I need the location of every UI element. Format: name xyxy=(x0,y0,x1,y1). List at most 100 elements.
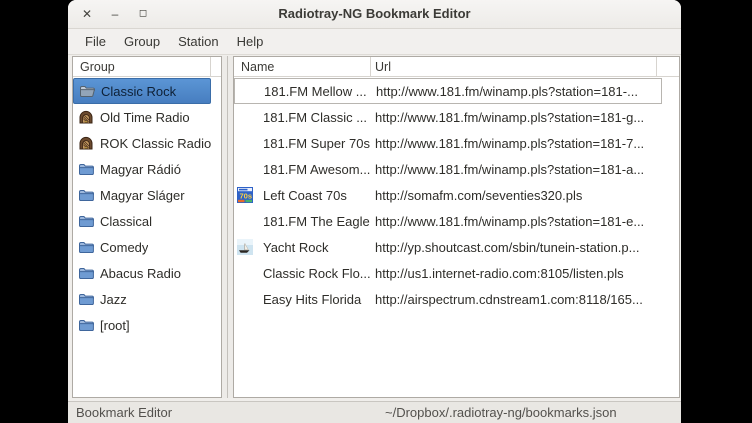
url-column-header[interactable]: Url xyxy=(371,57,657,76)
no-icon xyxy=(237,291,253,307)
radio-icon xyxy=(77,109,94,126)
group-column-header[interactable]: Group xyxy=(73,57,211,76)
panel-splitter[interactable] xyxy=(222,56,233,398)
no-icon xyxy=(237,109,253,125)
group-item-label: Jazz xyxy=(100,292,127,307)
station-row[interactable]: Easy Hits Floridahttp://airspectrum.cdns… xyxy=(234,286,662,312)
group-item[interactable]: Comedy xyxy=(73,234,211,260)
station-name-cell: 181.FM The Eagle xyxy=(234,213,371,229)
station-list: 181.FM Mellow ... http://www.181.fm/winam… xyxy=(234,78,679,397)
station-name: 181.FM Classic ... xyxy=(263,110,367,125)
station-name-cell: Yacht Rock xyxy=(234,239,371,255)
no-icon xyxy=(237,213,253,229)
window-title: Radiotray-NG Bookmark Editor xyxy=(68,6,681,21)
station-url: http://somafm.com/seventies320.pls xyxy=(371,188,662,203)
station-name-cell: 181.FM Awesom... xyxy=(234,161,371,177)
statusbar: Bookmark Editor ~/Dropbox/.radiotray-ng/… xyxy=(68,401,681,423)
status-text: Bookmark Editor xyxy=(76,405,172,420)
group-item-label: [root] xyxy=(100,318,130,333)
station-url: http://us1.internet-radio.com:8105/liste… xyxy=(371,266,662,281)
group-item[interactable]: Abacus Radio xyxy=(73,260,211,286)
folder-icon xyxy=(77,265,94,282)
station-name: Easy Hits Florida xyxy=(263,292,361,307)
menubar: File Group Station Help xyxy=(68,29,681,55)
station-name-cell: 181.FM Mellow ... xyxy=(235,83,372,99)
group-item[interactable]: Classical xyxy=(73,208,211,234)
folder-icon xyxy=(77,317,94,334)
group-item[interactable]: [root] xyxy=(73,312,211,338)
folder-icon xyxy=(77,187,94,204)
station-name: 181.FM The Eagle xyxy=(263,214,370,229)
group-item[interactable]: Old Time Radio xyxy=(73,104,211,130)
folder-icon xyxy=(77,161,94,178)
station-name: 181.FM Super 70s xyxy=(263,136,370,151)
station-name-cell: 181.FM Classic ... xyxy=(234,109,371,125)
station-url: http://www.181.fm/winamp.pls?station=181… xyxy=(372,84,661,99)
station-row[interactable]: Yacht Rock http://yp.shoutcast.com/sbin/t… xyxy=(234,234,662,260)
group-panel-header: Group xyxy=(73,57,221,77)
folder-icon xyxy=(77,239,94,256)
group-item[interactable]: Jazz xyxy=(73,286,211,312)
yacht-rock-album-icon xyxy=(237,239,253,255)
station-url: http://yp.shoutcast.com/sbin/tunein-stat… xyxy=(371,240,662,255)
station-name-cell: 181.FM Super 70s xyxy=(234,135,371,151)
group-item[interactable]: ROK Classic Radio xyxy=(73,130,211,156)
no-icon xyxy=(237,135,253,151)
station-table-header: Name Url xyxy=(234,57,679,77)
station-name: 181.FM Mellow ... xyxy=(264,84,367,99)
station-row[interactable]: 181.FM The Eaglehttp://www.181.fm/winamp… xyxy=(234,208,662,234)
svg-text:70s: 70s xyxy=(240,192,253,201)
group-item[interactable]: Classic Rock xyxy=(73,78,211,104)
app-window: ✕ – ◻ Radiotray-NG Bookmark Editor File … xyxy=(68,0,681,423)
station-row[interactable]: 70s Left Coast 70s http://somafm.com/seven… xyxy=(234,182,662,208)
group-item-label: Magyar Sláger xyxy=(100,188,185,203)
station-header-gutter xyxy=(657,57,679,76)
station-name: 181.FM Awesom... xyxy=(263,162,370,177)
station-name-cell: Classic Rock Flo... xyxy=(234,265,371,281)
station-row[interactable]: 181.FM Mellow ... http://www.181.fm/winam… xyxy=(234,78,662,104)
station-name: Left Coast 70s xyxy=(263,188,347,203)
station-row[interactable]: Classic Rock Flo...http://us1.internet-r… xyxy=(234,260,662,286)
group-item[interactable]: Magyar Rádió xyxy=(73,156,211,182)
no-icon xyxy=(237,161,253,177)
station-name: Classic Rock Flo... xyxy=(263,266,371,281)
folder-icon xyxy=(77,291,94,308)
station-name-cell: 70s Left Coast 70s xyxy=(234,187,371,203)
group-header-gutter xyxy=(211,57,221,76)
group-item-label: Comedy xyxy=(100,240,148,255)
menu-station[interactable]: Station xyxy=(169,31,227,52)
station-panel: Name Url 181.FM Mellow ... http://www.181… xyxy=(233,56,680,398)
group-item-label: Magyar Rádió xyxy=(100,162,181,177)
group-list: Classic Rock Old Time Radio ROK Classic Ra… xyxy=(73,78,221,397)
menu-help[interactable]: Help xyxy=(228,31,273,52)
station-name-cell: Easy Hits Florida xyxy=(234,291,371,307)
group-item-label: Classic Rock xyxy=(101,84,176,99)
station-name: Yacht Rock xyxy=(263,240,329,255)
left-coast-70s-album-icon: 70s xyxy=(237,187,253,203)
bookmarks-file-path: ~/Dropbox/.radiotray-ng/bookmarks.json xyxy=(385,405,617,420)
titlebar: ✕ – ◻ Radiotray-NG Bookmark Editor xyxy=(68,0,681,29)
group-item-label: Classical xyxy=(100,214,152,229)
group-item-label: Old Time Radio xyxy=(100,110,190,125)
group-item[interactable]: Magyar Sláger xyxy=(73,182,211,208)
no-icon xyxy=(238,83,254,99)
radio-icon xyxy=(77,135,94,152)
station-url: http://www.181.fm/winamp.pls?station=181… xyxy=(371,162,662,177)
folder-open-icon xyxy=(78,83,95,100)
station-url: http://www.181.fm/winamp.pls?station=181… xyxy=(371,110,662,125)
screen: ✕ – ◻ Radiotray-NG Bookmark Editor File … xyxy=(0,0,752,423)
folder-icon xyxy=(77,213,94,230)
station-url: http://www.181.fm/winamp.pls?station=181… xyxy=(371,136,662,151)
group-panel: Group Classic Rock Old Time Radio ROK Clas… xyxy=(72,56,222,398)
group-item-label: Abacus Radio xyxy=(100,266,181,281)
content-area: Group Classic Rock Old Time Radio ROK Clas… xyxy=(68,55,681,401)
station-url: http://www.181.fm/winamp.pls?station=181… xyxy=(371,214,662,229)
no-icon xyxy=(237,265,253,281)
menu-file[interactable]: File xyxy=(76,31,115,52)
group-item-label: ROK Classic Radio xyxy=(100,136,211,151)
station-row[interactable]: 181.FM Classic ... http://www.181.fm/wina… xyxy=(234,104,662,130)
station-row[interactable]: 181.FM Awesom...http://www.181.fm/winamp… xyxy=(234,156,662,182)
station-row[interactable]: 181.FM Super 70shttp://www.181.fm/winamp… xyxy=(234,130,662,156)
menu-group[interactable]: Group xyxy=(115,31,169,52)
name-column-header[interactable]: Name xyxy=(234,57,371,76)
